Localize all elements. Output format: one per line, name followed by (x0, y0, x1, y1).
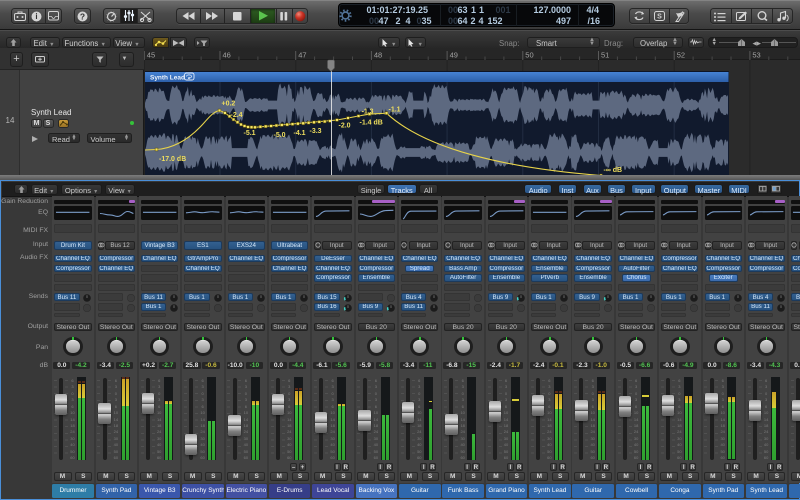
svg-text:-5.0: -5.0 (274, 132, 286, 139)
svg-text:Synth Lead: Synth Lead (150, 74, 185, 81)
svg-text:45: 45 (147, 50, 155, 59)
svg-text:-∞ dB: -∞ dB (603, 167, 622, 174)
svg-text:S: S (657, 14, 662, 21)
svg-text:-17.0 dB: -17.0 dB (159, 156, 186, 163)
svg-text:-1.4 dB: -1.4 dB (360, 119, 383, 126)
svg-text:+0.2: +0.2 (222, 100, 236, 107)
svg-text:50: 50 (525, 50, 533, 59)
svg-text:49: 49 (450, 50, 458, 59)
svg-text:47: 47 (298, 50, 306, 59)
svg-text:-1.3: -1.3 (362, 108, 374, 115)
svg-text:52: 52 (677, 50, 685, 59)
svg-text:i: i (35, 12, 37, 21)
svg-text:48: 48 (374, 50, 382, 59)
svg-text:53: 53 (752, 50, 760, 59)
svg-text:-2.4: -2.4 (231, 112, 243, 119)
svg-text:-4.1: -4.1 (294, 130, 306, 137)
svg-text:-1.1: -1.1 (389, 106, 401, 113)
svg-text:-3.3: -3.3 (310, 128, 322, 135)
svg-text:-2.0: -2.0 (339, 122, 351, 129)
svg-text:46: 46 (223, 50, 231, 59)
svg-text:-5.1: -5.1 (244, 130, 256, 137)
svg-text:?: ? (80, 11, 85, 21)
svg-text:51: 51 (601, 50, 609, 59)
